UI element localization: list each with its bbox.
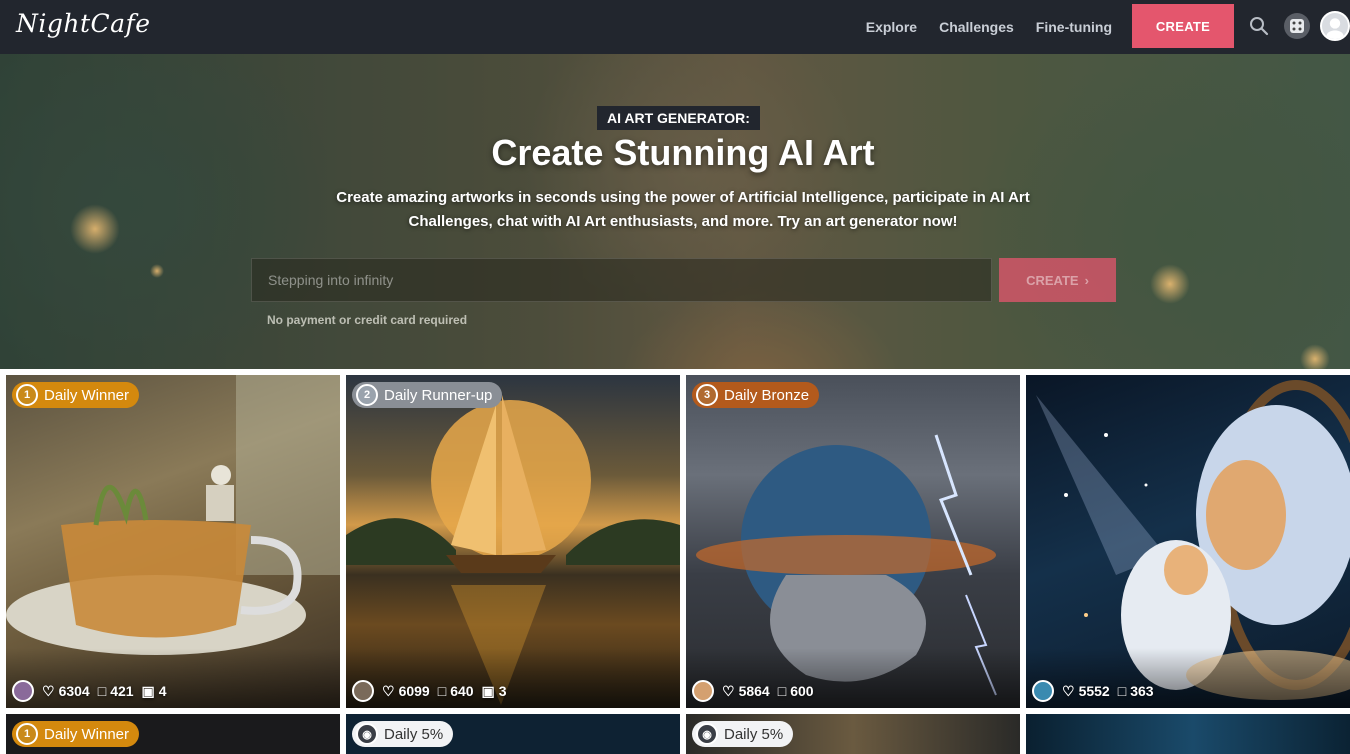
artwork-card[interactable]: 1 Daily Winner [6,714,340,754]
likes-count: 6304 [58,683,90,699]
badge-label: Daily 5% [384,725,444,743]
daily-5-percent-badge: ◉ Daily 5% [692,721,794,747]
prompt-input[interactable] [251,258,992,302]
likes-count: 5864 [738,683,770,699]
badge-label: Daily Runner-up [384,386,493,404]
card-stats: ♡ 5864 □ 600 [692,680,814,702]
artwork-card[interactable]: 3 Daily Bronze ♡ 5864 □ 600 [686,375,1020,708]
daily-runner-up-badge: 2 Daily Runner-up [352,382,503,408]
artwork-card[interactable]: ♡ 5552 □ 363 [1026,375,1350,708]
creator-avatar[interactable] [1032,680,1054,702]
card-stats: ♡ 6304 □ 421 ▣ 4 [12,680,167,702]
daily-winner-badge: 1 Daily Winner [12,721,140,747]
hero-title: Create Stunning AI Art [491,132,875,173]
daily-winner-badge: 1 Daily Winner [12,382,140,408]
nightcafe-logo[interactable]: NightCafe [16,9,151,38]
likes-count: 6099 [398,683,430,699]
medal-icon: 2 [356,384,378,406]
artwork-grid: 1 Daily Winner ♡ 6304 □ 421 ▣ 4 2 Daily Run… [0,369,1350,754]
robot-icon: ◉ [696,723,718,745]
heart-icon[interactable]: ♡ [722,683,735,700]
badge-label: Daily 5% [724,725,784,743]
creator-avatar[interactable] [692,680,714,702]
artwork-card[interactable]: 2 Daily Runner-up ♡ 6099 □ 640 ▣ 3 [346,375,680,708]
nav-explore-link[interactable]: Explore [866,19,917,35]
comment-icon[interactable]: □ [438,683,446,699]
nav-challenges-link[interactable]: Challenges [939,19,1014,35]
comments-count: 363 [1130,683,1154,699]
daily-5-percent-badge: ◉ Daily 5% [352,721,454,747]
likes-count: 5552 [1078,683,1110,699]
artwork-card[interactable]: ◉ Daily 5% [346,714,680,754]
user-avatar[interactable] [1320,11,1350,41]
medal-icon: 1 [16,384,38,406]
nav-fine-tuning-link[interactable]: Fine-tuning [1036,19,1112,35]
comments-count: 600 [790,683,814,699]
arrow-right-icon: › [1084,272,1089,288]
nav-create-button[interactable]: CREATE [1132,4,1234,48]
images-icon: ▣ [481,682,495,699]
nav-links: Explore Challenges Fine-tuning [866,0,1112,54]
comment-icon[interactable]: □ [1118,683,1126,699]
hero-create-label: CREATE [1026,272,1079,288]
hero-subtitle: Create amazing artworks in seconds using… [336,189,1030,230]
images-count: 4 [158,683,167,699]
dice-icon[interactable] [1284,13,1310,39]
badge-label: Daily Winner [44,386,130,404]
heart-icon[interactable]: ♡ [382,683,395,700]
comments-count: 640 [450,683,474,699]
medal-icon: 1 [16,723,38,745]
badge-label: Daily Bronze [724,386,810,404]
badge-label: Daily Winner [44,725,130,743]
card-stats: ♡ 5552 □ 363 [1032,680,1154,702]
comments-count: 421 [110,683,134,699]
hero-tag: AI ART GENERATOR: [597,106,760,130]
comment-icon[interactable]: □ [778,683,786,699]
daily-bronze-badge: 3 Daily Bronze [692,382,820,408]
hero-banner: AI ART GENERATOR: Create Stunning AI Art… [0,54,1350,369]
heart-icon[interactable]: ♡ [1062,683,1075,700]
heart-icon[interactable]: ♡ [42,683,55,700]
robot-icon: ◉ [356,723,378,745]
comment-icon[interactable]: □ [98,683,106,699]
creator-avatar[interactable] [12,680,34,702]
creator-avatar[interactable] [352,680,374,702]
card-stats: ♡ 6099 □ 640 ▣ 3 [352,680,507,702]
hero-create-button[interactable]: CREATE › [999,258,1116,302]
no-payment-note: No payment or credit card required [267,313,468,327]
images-icon: ▣ [141,682,155,699]
medal-icon: 3 [696,384,718,406]
artwork-card[interactable] [1026,714,1350,754]
search-icon[interactable] [1246,13,1272,39]
top-navbar: NightCafe Explore Challenges Fine-tuning… [0,0,1350,54]
images-count: 3 [498,683,507,699]
artwork-card[interactable]: 1 Daily Winner ♡ 6304 □ 421 ▣ 4 [6,375,340,708]
artwork-card[interactable]: ◉ Daily 5% [686,714,1020,754]
